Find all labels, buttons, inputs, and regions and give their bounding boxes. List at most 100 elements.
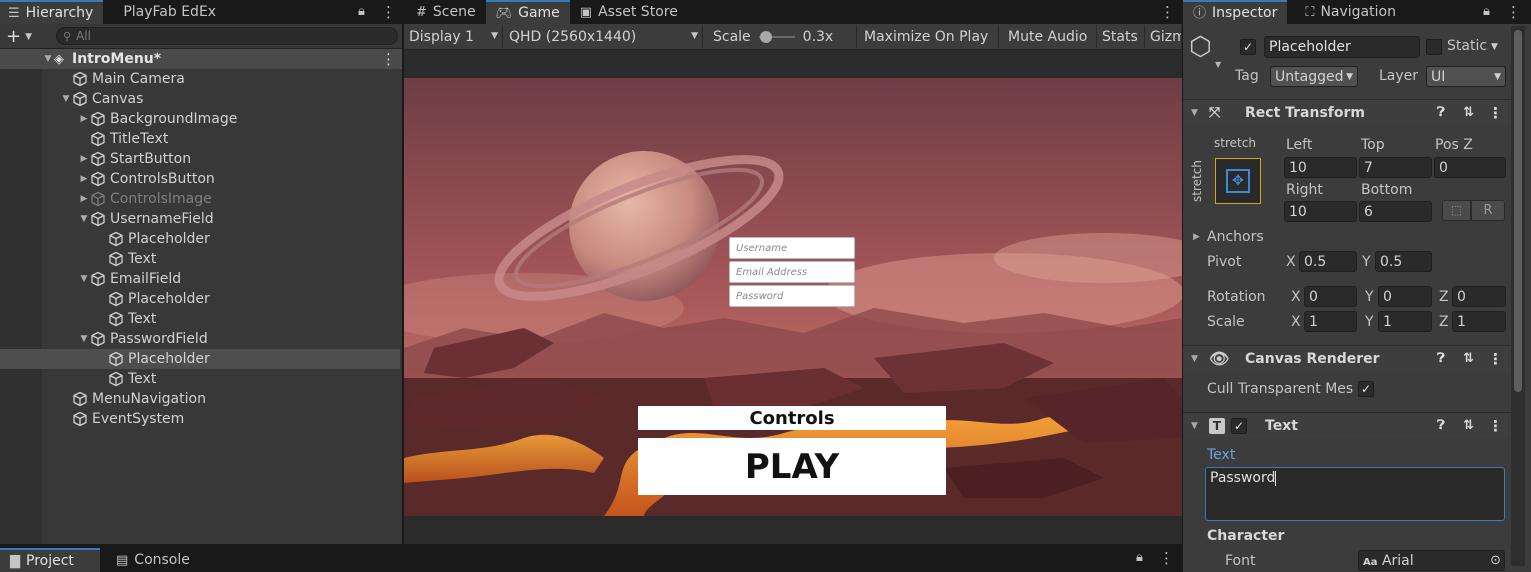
rotation-y-field[interactable]: 0 [1378,286,1432,307]
scale-slider-thumb[interactable] [759,30,772,43]
scrollbar-thumb[interactable] [1514,30,1522,392]
blueprint-mode-button[interactable]: ⬚ [1442,200,1471,221]
text-enabled-checkbox[interactable]: ✓ [1231,417,1247,434]
pivot-x-field[interactable]: 0.5 [1299,251,1357,272]
play-button[interactable]: PLAY [638,438,946,495]
kebab-menu-icon[interactable]: ⋮ [1506,3,1521,21]
text-value-textarea[interactable]: Password [1205,467,1505,521]
lock-icon[interactable]: 🔒︎ [1136,550,1143,565]
hierarchy-item[interactable]: TitleText [0,129,400,149]
scale-y-field[interactable]: 1 [1378,311,1432,332]
layer-dropdown[interactable]: UI ▼ [1426,66,1506,87]
tab-hierarchy[interactable]: ☰ Hierarchy [0,0,104,24]
chevron-down-icon[interactable]: ▼ [1215,60,1221,69]
scale-x-field[interactable]: 1 [1304,311,1357,332]
scene-row[interactable]: ▼ ◈ IntroMenu* ⋮ [0,49,402,69]
cull-transparent-checkbox[interactable]: ✓ [1358,381,1374,397]
chevron-down-icon[interactable]: ▼ [78,334,90,344]
raw-edit-button[interactable]: R [1471,200,1505,221]
hierarchy-item[interactable]: Placeholder [0,289,400,309]
active-checkbox[interactable]: ✓ [1240,39,1256,55]
static-checkbox[interactable] [1426,39,1442,55]
chevron-right-icon[interactable]: ▶ [78,154,90,164]
hierarchy-item[interactable]: ▶ ControlsImage [0,189,400,209]
lock-icon[interactable]: 🔒︎ [358,4,365,19]
display-dropdown[interactable]: Display 1 ▼ [405,25,503,48]
tab-game[interactable]: 🎮︎ Game [485,0,570,24]
tab-asset-store[interactable]: ▣ Asset Store [570,0,688,24]
tab-project[interactable]: ▇ Project [0,548,100,572]
chevron-down-icon[interactable]: ▼ [1491,42,1498,52]
kebab-menu-icon[interactable]: ⋮ [1488,104,1503,122]
pivot-y-field[interactable]: 0.5 [1375,251,1432,272]
hierarchy-item[interactable]: Placeholder [0,349,400,369]
object-name-field[interactable]: Placeholder [1264,36,1420,58]
help-icon[interactable]: ❓︎ [1437,418,1445,433]
kebab-menu-icon[interactable]: ⋮ [1488,350,1503,368]
kebab-menu-icon[interactable]: ⋮ [1159,549,1174,567]
scale-slider[interactable] [758,30,795,43]
hierarchy-item[interactable]: ▼ UsernameField [0,209,400,229]
tab-navigation[interactable]: ⛶ Navigation [1287,0,1406,24]
rotation-x-field[interactable]: 0 [1304,286,1357,307]
hierarchy-item[interactable]: ▶ ControlsButton [0,169,400,189]
rect-transform-header[interactable]: ▼ ⤧ Rect Transform ❓︎ ⇅ ⋮ [1183,99,1511,125]
hierarchy-search-input[interactable]: ⚲ All [56,27,398,45]
hierarchy-item[interactable]: ▼ PasswordField [0,329,400,349]
resolution-dropdown[interactable]: QHD (2560x1440) ▼ [505,25,703,48]
hierarchy-item[interactable]: Text [0,309,400,329]
hierarchy-item[interactable]: ▶ StartButton [0,149,400,169]
preset-icon[interactable]: ⇅ [1463,418,1474,433]
inspector-scrollbar[interactable] [1511,26,1525,566]
gizmos-toggle[interactable]: Gizmos [1146,25,1182,48]
kebab-menu-icon[interactable]: ⋮ [381,50,396,68]
preset-icon[interactable]: ⇅ [1463,351,1474,366]
lock-icon[interactable]: 🔒︎ [1483,4,1490,19]
hierarchy-item[interactable]: ▼ EmailField [0,269,400,289]
tag-dropdown[interactable]: Untagged ▼ [1270,66,1358,87]
hierarchy-item[interactable]: MenuNavigation [0,389,400,409]
maximize-on-play-toggle[interactable]: Maximize On Play [859,25,999,48]
tab-console[interactable]: ▤ Console [106,548,200,572]
canvas-renderer-header[interactable]: ▼ 👁︎ Canvas Renderer ❓︎ ⇅ ⋮ [1183,345,1511,371]
controls-button[interactable]: Controls [638,406,946,430]
posz-field[interactable]: 0 [1434,157,1506,178]
hierarchy-item[interactable]: ▶ BackgroundImage [0,109,400,129]
font-object-field[interactable]: Aa Arial ⊙ [1358,550,1505,571]
hierarchy-item[interactable]: EventSystem [0,409,400,429]
hierarchy-item[interactable]: Text [0,369,400,389]
chevron-down-icon[interactable]: ▼ [78,214,90,224]
preset-icon[interactable]: ⇅ [1463,105,1474,120]
scale-z-field[interactable]: 1 [1452,311,1506,332]
password-input[interactable]: Password [729,285,855,307]
kebab-menu-icon[interactable]: ⋮ [1488,417,1503,435]
anchor-presets-button[interactable]: ✥ [1215,158,1261,204]
text-component-header[interactable]: ▼ T ✓ Text ❓︎ ⇅ ⋮ [1183,412,1511,438]
object-picker-icon[interactable]: ⊙ [1490,553,1501,568]
chevron-right-icon[interactable]: ▶ [78,194,90,204]
rotation-z-field[interactable]: 0 [1452,286,1506,307]
bottom-field[interactable]: 6 [1359,201,1432,222]
tab-scene[interactable]: # Scene [404,0,486,24]
anchors-foldout[interactable]: Anchors [1207,229,1264,245]
mute-audio-toggle[interactable]: Mute Audio [1001,25,1097,48]
stats-toggle[interactable]: Stats [1097,25,1145,48]
top-field[interactable]: 7 [1359,157,1432,178]
email-input[interactable]: Email Address [729,261,855,283]
left-field[interactable]: 10 [1284,157,1357,178]
chevron-right-icon[interactable]: ▶ [1193,232,1200,242]
hierarchy-item[interactable]: Placeholder [0,229,400,249]
chevron-down-icon[interactable]: ▼ [78,274,90,284]
chevron-down-icon[interactable]: ▼ [60,94,72,104]
kebab-menu-icon[interactable]: ⋮ [381,3,396,21]
chevron-right-icon[interactable]: ▶ [78,114,90,124]
hierarchy-item[interactable]: Main Camera [0,69,400,89]
kebab-menu-icon[interactable]: ⋮ [1160,3,1175,21]
right-field[interactable]: 10 [1284,201,1357,222]
chevron-right-icon[interactable]: ▶ [78,174,90,184]
username-input[interactable]: Username [729,237,855,259]
hierarchy-item[interactable]: Text [0,249,400,269]
tab-inspector[interactable]: ⓘ Inspector [1183,0,1288,24]
help-icon[interactable]: ❓︎ [1437,351,1445,366]
create-button[interactable]: + ▼ [6,27,46,47]
